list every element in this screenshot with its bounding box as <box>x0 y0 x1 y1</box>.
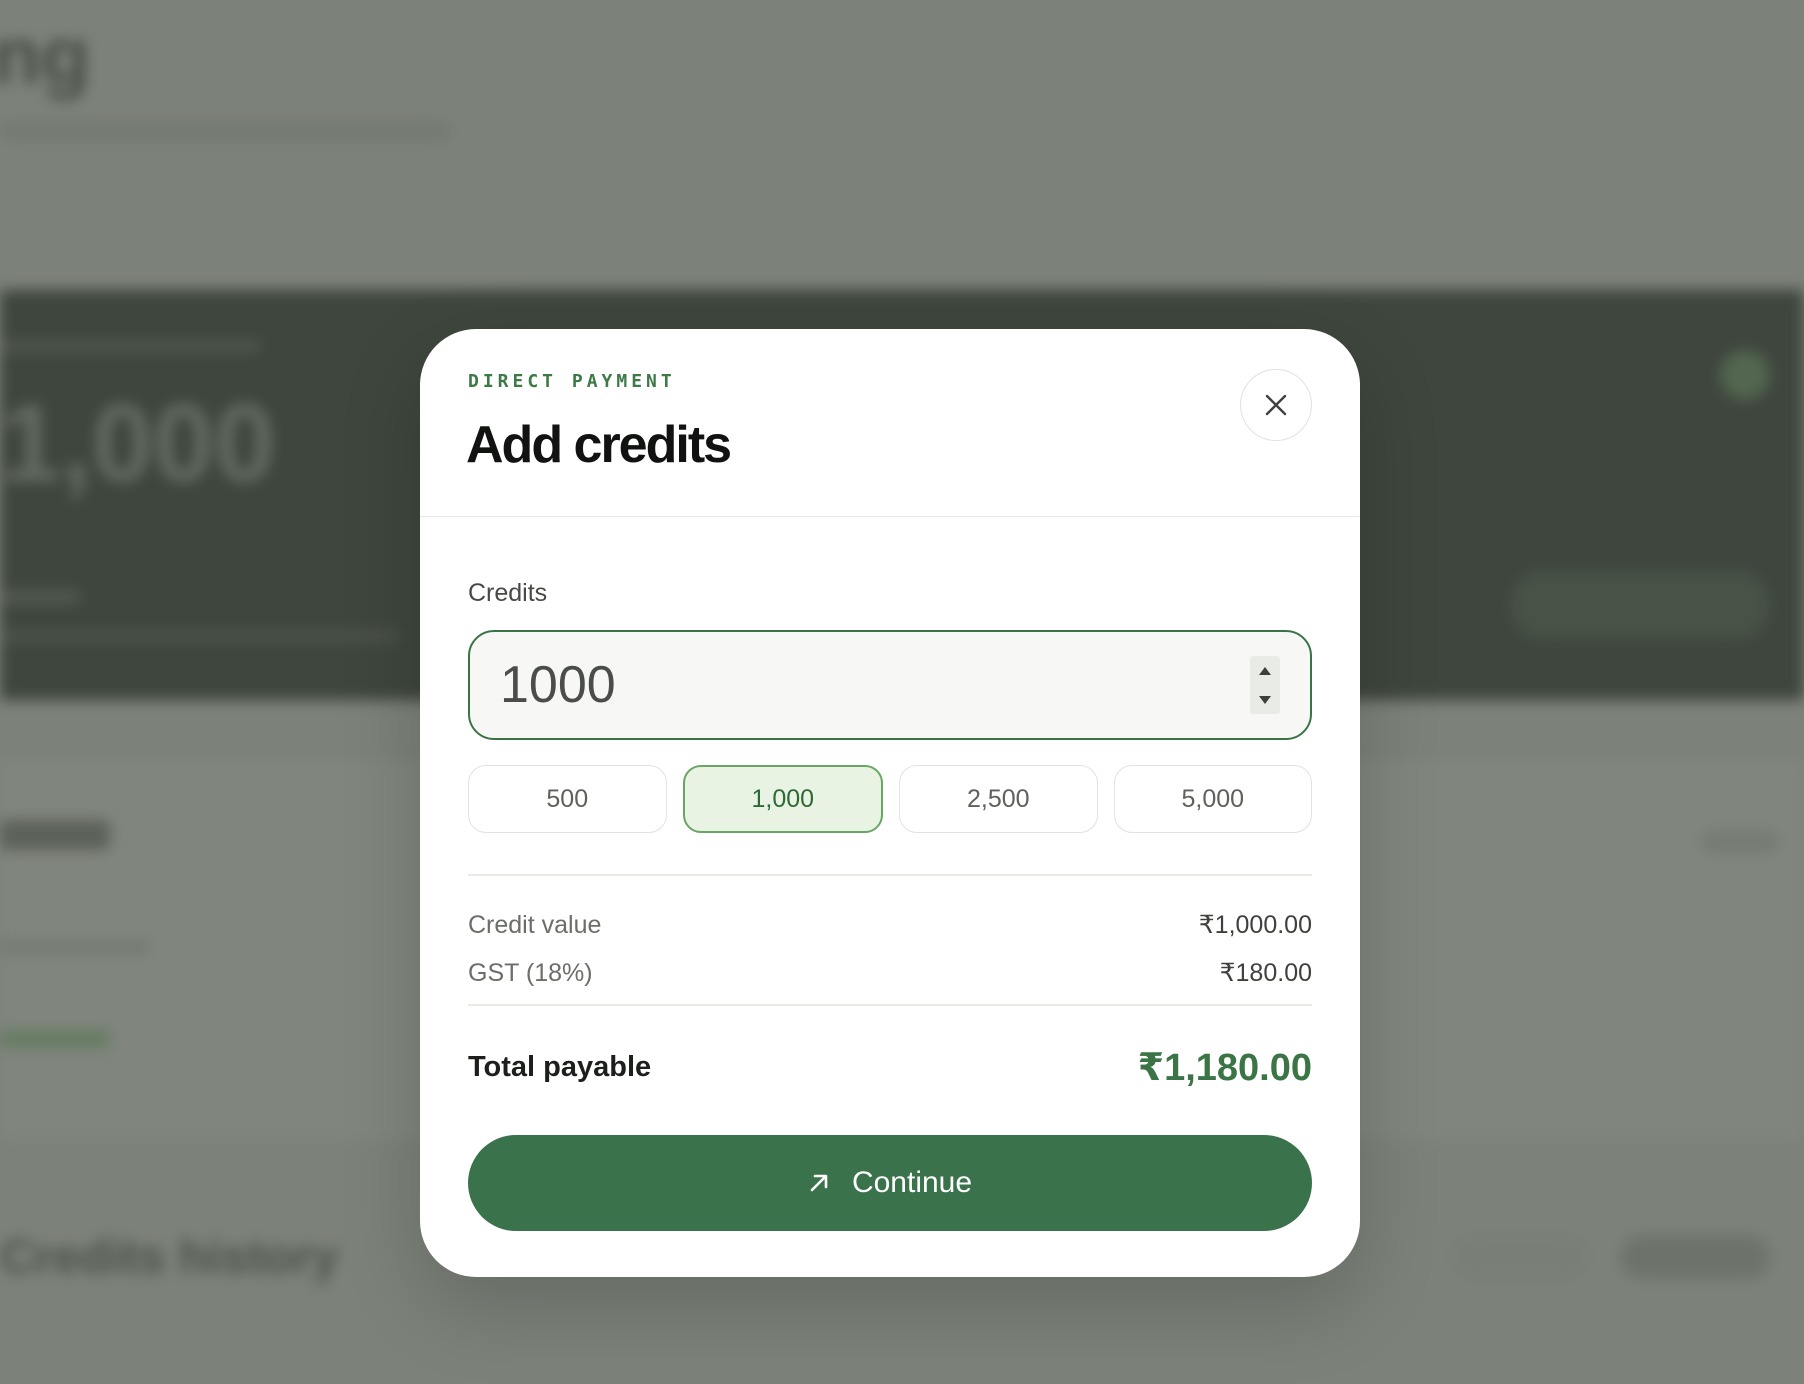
credit-value-label: Credit value <box>468 910 602 939</box>
triangle-down-icon <box>1259 695 1271 704</box>
close-icon <box>1265 394 1287 416</box>
increment-button[interactable] <box>1250 656 1280 685</box>
continue-button[interactable]: Continue <box>468 1135 1312 1231</box>
credits-input-container[interactable] <box>468 630 1312 740</box>
triangle-up-icon <box>1259 666 1271 675</box>
credits-stepper[interactable] <box>1250 656 1280 714</box>
gst-amount: ₹180.00 <box>1219 959 1312 987</box>
credit-value-row: Credit value ₹1,000.00 <box>468 909 1312 941</box>
gst-row: GST (18%) ₹180.00 <box>468 957 1312 989</box>
divider <box>468 874 1312 876</box>
gst-label: GST (18%) <box>468 958 593 987</box>
continue-label: Continue <box>851 1166 973 1199</box>
preset-5000-button[interactable]: 5,000 <box>1113 765 1312 833</box>
arrow-up-right-icon <box>810 1174 828 1192</box>
total-amount: ₹1,180.00 <box>1137 1046 1312 1089</box>
decrement-button[interactable] <box>1250 685 1280 714</box>
add-credits-modal: DIRECT PAYMENT Add credits Credits 500 <box>420 329 1360 1277</box>
preset-500-button[interactable]: 500 <box>468 765 667 833</box>
preset-2500-button[interactable]: 2,500 <box>899 765 1098 833</box>
preset-amounts: 500 1,000 2,500 5,000 <box>468 765 1312 833</box>
divider <box>468 1004 1312 1006</box>
credits-label: Credits <box>468 579 548 607</box>
total-row: Total payable ₹1,180.00 <box>468 1039 1312 1095</box>
preset-1000-button[interactable]: 1,000 <box>682 765 883 833</box>
credit-value-amount: ₹1,000.00 <box>1198 911 1312 939</box>
close-button[interactable] <box>1240 369 1312 441</box>
total-label: Total payable <box>468 1050 652 1083</box>
credits-input[interactable] <box>500 650 1200 720</box>
modal-header: DIRECT PAYMENT Add credits <box>420 329 1360 517</box>
modal-eyebrow: DIRECT PAYMENT <box>468 371 676 392</box>
modal-title: Add credits <box>466 416 732 474</box>
